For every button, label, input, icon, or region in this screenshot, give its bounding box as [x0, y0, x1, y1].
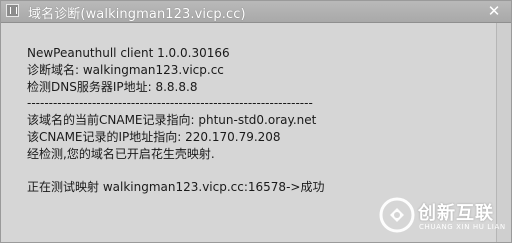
dns-server-line: 检测DNS服务器IP地址: 8.8.8.8	[27, 79, 198, 94]
title-bar[interactable]: 域名诊断(walkingman123.vicp.cc) ✕	[1, 1, 511, 23]
diagnosis-output: NewPeanuthull client 1.0.0.30166 诊断域名: w…	[27, 45, 491, 196]
watermark-logo: 创新互联 CHUANG XIN HU LIAN	[378, 196, 506, 236]
domain-line: 诊断域名: walkingman123.vicp.cc	[27, 62, 224, 77]
app-icon	[6, 4, 19, 17]
logo-mark-icon	[379, 197, 415, 233]
watermark-name: 创新互联	[418, 203, 494, 224]
mapping-test-line: 正在测试映射 walkingman123.vicp.cc:16578->成功	[27, 180, 325, 195]
mapping-enabled-line: 经检测,您的域名已开启花生壳映射.	[27, 146, 215, 161]
close-icon[interactable]: ✕	[487, 4, 501, 19]
cname-target-line: 该域名的当前CNAME记录指向: phtun-std0.oray.net	[27, 113, 317, 128]
separator-line: ----------------------------------------…	[27, 96, 313, 111]
watermark-subtitle: CHUANG XIN HU LIAN	[419, 223, 506, 231]
window-title: 域名诊断(walkingman123.vicp.cc)	[28, 7, 246, 22]
cname-ip-line: 该CNAME记录的IP地址指向: 220.170.79.208	[27, 129, 281, 144]
client-version-line: NewPeanuthull client 1.0.0.30166	[27, 46, 230, 60]
